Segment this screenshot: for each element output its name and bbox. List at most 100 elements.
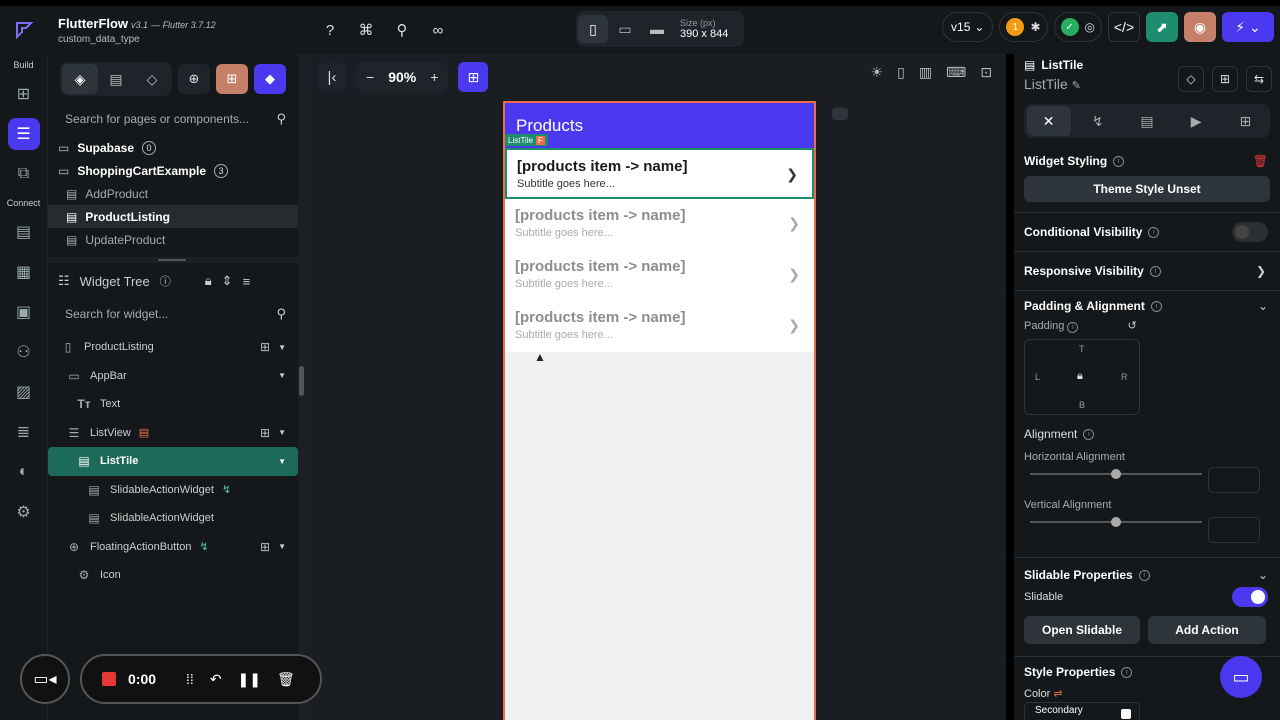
undo-icon[interactable]: ↶: [210, 671, 222, 688]
folder-supabase[interactable]: ▭ Supabase 0: [48, 136, 298, 159]
list-icon[interactable]: ≣: [8, 416, 40, 448]
lock-icon[interactable]: 🔒︎: [1077, 370, 1083, 383]
theme-icon[interactable]: ◐: [8, 456, 40, 488]
page-search[interactable]: Search for pages or components... ⚲: [60, 106, 286, 132]
tree-node-slidable-action-2[interactable]: ▤ SlidableActionWidget: [48, 504, 298, 533]
expand-icon[interactable]: ⇕: [222, 273, 233, 289]
sort-icon[interactable]: ≡: [243, 274, 251, 289]
folder-shopping-cart[interactable]: ▭ ShoppingCartExample 3: [48, 159, 298, 182]
slider-knob[interactable]: [1111, 517, 1121, 527]
convert-icon[interactable]: ⇆: [1246, 66, 1272, 92]
list-tile[interactable]: [products item -> name] Subtitle goes he…: [505, 199, 814, 250]
search-icon[interactable]: ⚲: [388, 16, 416, 44]
support-chat-button[interactable]: ▭: [1220, 656, 1262, 698]
open-external-button[interactable]: ⬈: [1146, 12, 1178, 42]
link-icon[interactable]: ∞: [424, 16, 452, 44]
trash-icon[interactable]: 🗑︎: [277, 671, 295, 688]
tree-node-text[interactable]: Tт Text: [48, 390, 298, 419]
add-page-button-icon[interactable]: ⊞: [216, 64, 248, 94]
help-icon[interactable]: ?: [316, 16, 344, 44]
color-selector[interactable]: Secondary: [1024, 702, 1140, 720]
add-widget-icon[interactable]: ⊞: [260, 426, 270, 440]
list-tile[interactable]: [products item -> name] Subtitle goes he…: [505, 250, 814, 301]
tree-node-product-listing[interactable]: ▯ ProductListing ⊞ ▼: [48, 333, 298, 362]
preview-appbar[interactable]: Products: [505, 103, 814, 148]
wrap-widget-icon[interactable]: ⊞: [1212, 66, 1238, 92]
image-icon[interactable]: ▨: [8, 376, 40, 408]
tablet-device-icon[interactable]: ▭: [610, 15, 640, 43]
backend-query-tab-icon[interactable]: ▤: [1125, 106, 1169, 136]
zoom-out-icon[interactable]: −: [366, 69, 374, 85]
vertical-alignment-slider[interactable]: [1030, 517, 1202, 527]
tree-node-fab[interactable]: ⊕ FloatingActionButton ↯ ⊞ ▼: [48, 533, 298, 562]
layout-grid-icon[interactable]: ⊡: [980, 64, 992, 81]
padding-editor[interactable]: T L 🔒︎ R B: [1024, 339, 1140, 415]
settings-gear-icon[interactable]: ⚙: [8, 496, 40, 528]
code-view-button[interactable]: </>: [1108, 12, 1140, 42]
tree-node-icon[interactable]: ⚙ Icon: [48, 561, 298, 590]
components-tab-icon[interactable]: ▤: [98, 64, 134, 94]
left-panel-scrollbar[interactable]: [298, 54, 306, 720]
library-tab-icon[interactable]: ◇: [134, 64, 170, 94]
database-icon[interactable]: ▤: [8, 216, 40, 248]
open-slidable-button[interactable]: Open Slidable: [1024, 616, 1140, 644]
documentation-tab-icon[interactable]: ⊞: [1223, 106, 1267, 136]
list-tile[interactable]: [products item -> name] Subtitle goes he…: [505, 148, 814, 199]
chevron-down-icon[interactable]: ⌄: [1258, 568, 1268, 582]
edit-pencil-icon[interactable]: ✎: [1072, 80, 1081, 92]
add-widget-icon[interactable]: ⊞: [260, 340, 270, 354]
page-item-update-product[interactable]: ▤ UpdateProduct: [48, 228, 298, 251]
grid-icon[interactable]: ⁞⁞: [186, 671, 194, 687]
command-icon[interactable]: ⌘: [352, 16, 380, 44]
caret-down-icon[interactable]: ▼: [278, 428, 286, 437]
widget-name[interactable]: ListTile: [1024, 76, 1068, 92]
zoom-in-icon[interactable]: +: [430, 69, 438, 85]
run-button[interactable]: ⚡ ⌄: [1222, 12, 1274, 42]
tree-node-listtile[interactable]: ▤ ListTile ▼: [48, 447, 298, 476]
add-action-button[interactable]: Add Action: [1148, 616, 1266, 644]
version-selector[interactable]: v15 ⌄: [942, 12, 994, 42]
slider-knob[interactable]: [1111, 469, 1121, 479]
status-group[interactable]: ✓ ◎: [1053, 12, 1102, 42]
components-icon[interactable]: ⧉: [8, 158, 40, 190]
mobile-device-icon[interactable]: ▯: [578, 15, 608, 43]
warnings-group[interactable]: 1 ✱: [999, 12, 1048, 42]
responsive-visibility-row[interactable]: Responsive Visibility i ❯: [1014, 252, 1280, 290]
add-widget-icon[interactable]: ⊞: [260, 540, 270, 554]
caret-down-icon[interactable]: ▼: [278, 371, 286, 380]
panel-resize-handle[interactable]: [48, 257, 298, 263]
chevron-down-icon[interactable]: ⌄: [1258, 299, 1268, 313]
diamond-icon[interactable]: ◇: [1178, 66, 1204, 92]
list-tile[interactable]: [products item -> name] Subtitle goes he…: [505, 301, 814, 352]
delete-trash-icon[interactable]: 🗑︎: [1253, 154, 1268, 168]
screenshot-icon[interactable]: ▥: [919, 64, 932, 81]
page-item-add-product[interactable]: ▤ AddProduct: [48, 182, 298, 205]
device-frame-icon[interactable]: ▯: [897, 64, 905, 81]
slidable-toggle[interactable]: [1232, 587, 1268, 607]
actions-tab-icon[interactable]: ↯: [1076, 106, 1120, 136]
tree-node-slidable-action-1[interactable]: ▤ SlidableActionWidget ↯: [48, 476, 298, 505]
pages-tab-icon[interactable]: ◈: [62, 64, 98, 94]
keyboard-icon[interactable]: ⌨: [946, 64, 966, 81]
info-icon[interactable]: ⓘ: [160, 273, 171, 289]
theme-style-button[interactable]: Theme Style Unset: [1024, 176, 1270, 202]
caret-down-icon[interactable]: ▼: [278, 457, 286, 466]
widget-tree-icon[interactable]: ☰: [7, 118, 40, 150]
widget-search[interactable]: Search for widget... ⚲: [60, 301, 286, 327]
zoom-level[interactable]: 90%: [388, 69, 416, 85]
stop-record-icon[interactable]: [102, 672, 116, 686]
tree-node-listview[interactable]: ☰ ListView ▤ ⊞ ▼: [48, 419, 298, 448]
premium-diamond-icon[interactable]: ◆: [254, 64, 286, 94]
preview-button[interactable]: ◉: [1184, 12, 1216, 42]
horizontal-alignment-input[interactable]: [1208, 467, 1260, 493]
reset-icon[interactable]: ↺: [1128, 320, 1137, 332]
pause-icon[interactable]: ❚❚: [238, 671, 261, 688]
add-folder-icon[interactable]: ⊕: [178, 64, 210, 94]
variable-icon[interactable]: ⇌: [1053, 688, 1062, 700]
team-icon[interactable]: ⚇: [8, 336, 40, 368]
caret-down-icon[interactable]: ▼: [278, 343, 286, 352]
page-item-product-listing[interactable]: ▤ ProductListing: [48, 205, 298, 228]
properties-tab-icon[interactable]: ✕: [1026, 106, 1071, 136]
camera-button[interactable]: ▭◂: [20, 654, 70, 704]
desktop-device-icon[interactable]: ▬: [642, 15, 672, 43]
